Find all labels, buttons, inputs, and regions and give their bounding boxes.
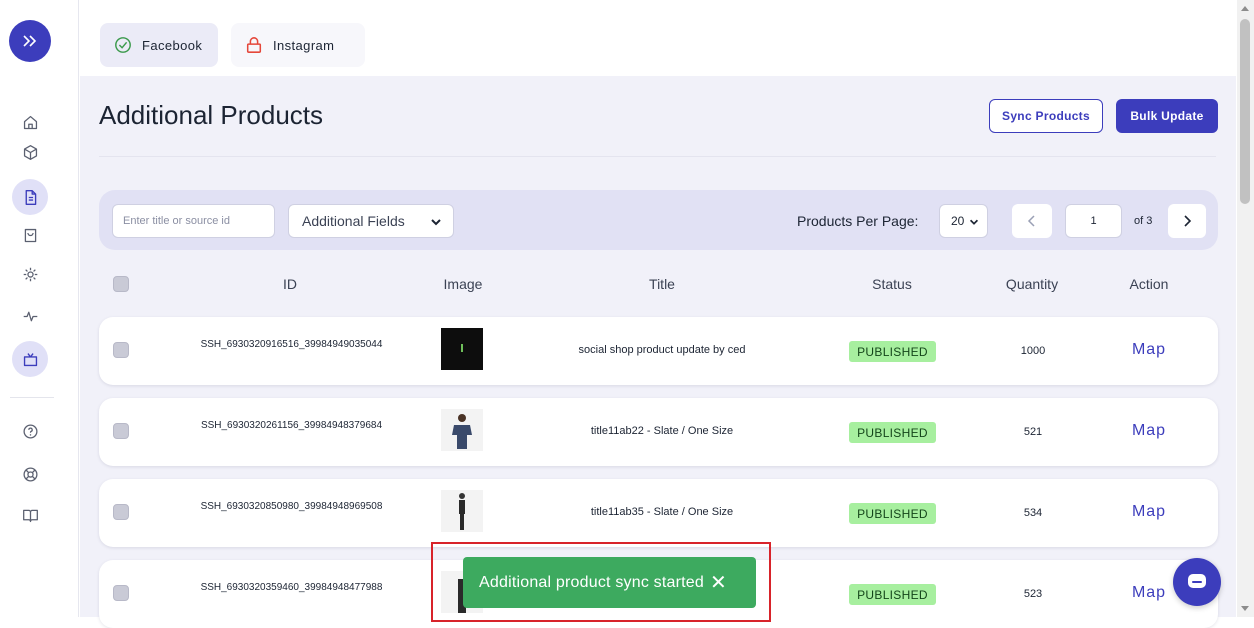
product-id: SSH_6930320261156_39984948379684 (200, 420, 383, 431)
previous-page-button[interactable] (1012, 204, 1052, 238)
tab-facebook-label: Facebook (142, 37, 203, 53)
sidebar-item-tv[interactable] (12, 341, 48, 377)
map-link[interactable]: Map (1132, 503, 1166, 521)
column-header-id: ID (283, 276, 297, 292)
column-header-image: Image (443, 276, 483, 292)
title-divider (99, 156, 1216, 157)
product-quantity: 1000 (1020, 345, 1046, 357)
product-thumbnail[interactable] (441, 409, 483, 451)
column-header-status: Status (872, 276, 912, 292)
bulk-update-button[interactable]: Bulk Update (1116, 99, 1218, 133)
expand-sidebar-button[interactable] (9, 20, 51, 62)
double-chevron-right-icon (23, 35, 37, 47)
map-link[interactable]: Map (1132, 341, 1166, 359)
product-quantity: 521 (1023, 426, 1043, 438)
page-title: Additional Products (99, 100, 324, 130)
document-icon (25, 189, 36, 205)
map-link[interactable]: Map (1132, 422, 1166, 440)
next-page-button[interactable] (1168, 204, 1206, 238)
per-page-value: 20 (951, 214, 965, 228)
row-checkbox[interactable] (113, 504, 129, 520)
sidebar-divider (10, 397, 54, 398)
status-badge: PUBLISHED (849, 341, 936, 362)
scroll-up-arrow[interactable] (1241, 6, 1249, 11)
chevron-down-icon (969, 219, 979, 225)
page-scrollbar[interactable] (1237, 0, 1254, 617)
home-icon (23, 115, 37, 129)
column-header-action: Action (1129, 276, 1169, 292)
sync-products-button[interactable]: Sync Products (989, 99, 1103, 133)
column-header-quantity: Quantity (1005, 276, 1059, 292)
chat-support-button[interactable] (1173, 558, 1221, 606)
check-circle-icon (115, 37, 131, 53)
main-content: Additional Products Sync Products Bulk U… (80, 76, 1236, 628)
scroll-down-arrow[interactable] (1241, 606, 1249, 611)
chat-icon (1188, 574, 1206, 588)
per-page-label: Products Per Page: (797, 213, 919, 229)
sidebar-item-help[interactable] (12, 413, 48, 449)
product-id: SSH_6930320850980_39984948969508 (200, 501, 383, 512)
status-badge: PUBLISHED (849, 422, 936, 443)
sidebar-item-products[interactable] (12, 134, 48, 170)
tab-instagram-label: Instagram (273, 37, 335, 53)
sidebar-item-support[interactable] (12, 456, 48, 492)
product-quantity: 534 (1023, 507, 1043, 519)
product-thumbnail[interactable] (441, 490, 483, 532)
product-quantity: 523 (1023, 588, 1043, 600)
per-page-select[interactable]: 20 (939, 204, 988, 238)
chevron-left-icon (1027, 215, 1035, 227)
book-icon (22, 509, 38, 522)
status-badge: PUBLISHED (849, 503, 936, 524)
row-checkbox[interactable] (113, 342, 129, 358)
toast-notification: Additional product sync started ✕ (463, 557, 756, 608)
row-checkbox[interactable] (113, 585, 129, 601)
table-row: SSH_6930320850980_39984948969508 title11… (99, 479, 1218, 547)
sidebar-item-activity[interactable] (12, 298, 48, 334)
sidebar (0, 0, 79, 617)
product-title: title11ab22 - Slate / One Size (590, 425, 734, 437)
table-row: SSH_6930320261156_39984948379684 title11… (99, 398, 1218, 466)
sidebar-item-documents[interactable] (12, 179, 48, 215)
select-all-checkbox[interactable] (113, 276, 129, 292)
status-badge: PUBLISHED (849, 584, 936, 605)
gear-icon (23, 267, 37, 281)
chevron-down-icon (431, 219, 441, 226)
tab-facebook[interactable]: Facebook (100, 23, 218, 67)
cube-icon (23, 144, 37, 160)
total-pages-label: of 3 (1134, 215, 1153, 227)
help-icon (22, 423, 38, 439)
sidebar-item-docs[interactable] (12, 497, 48, 533)
column-header-title: Title (649, 276, 675, 292)
lock-icon (246, 37, 262, 53)
product-id: SSH_6930320359460_39984948477988 (200, 582, 383, 593)
product-title: social shop product update by ced (578, 344, 746, 356)
row-checkbox[interactable] (113, 423, 129, 439)
tab-instagram[interactable]: Instagram (231, 23, 365, 67)
lifebuoy-icon (22, 466, 38, 482)
toast-message: Additional product sync started (479, 573, 704, 591)
sidebar-item-orders[interactable] (12, 217, 48, 253)
chevron-right-icon (1184, 215, 1192, 227)
tv-icon (23, 352, 37, 366)
close-icon[interactable]: ✕ (710, 573, 727, 593)
scrollbar-thumb[interactable] (1240, 19, 1250, 204)
activity-icon (23, 311, 37, 321)
additional-fields-select[interactable]: Additional Fields (288, 204, 454, 238)
product-title: title11ab35 - Slate / One Size (590, 506, 734, 518)
search-input[interactable] (112, 204, 275, 238)
page-number-input[interactable] (1065, 204, 1122, 238)
product-thumbnail[interactable] (441, 328, 483, 370)
sidebar-item-settings[interactable] (12, 256, 48, 292)
filter-bar: Additional Fields Products Per Page: 20 … (99, 190, 1218, 250)
additional-fields-label: Additional Fields (302, 213, 405, 229)
channel-tabs-bar: Facebook Instagram (80, 0, 1236, 76)
bag-icon (24, 228, 36, 242)
map-link[interactable]: Map (1132, 584, 1166, 602)
product-id: SSH_6930320916516_39984949035044 (200, 339, 383, 350)
table-row: SSH_6930320916516_39984949035044 social … (99, 317, 1218, 385)
